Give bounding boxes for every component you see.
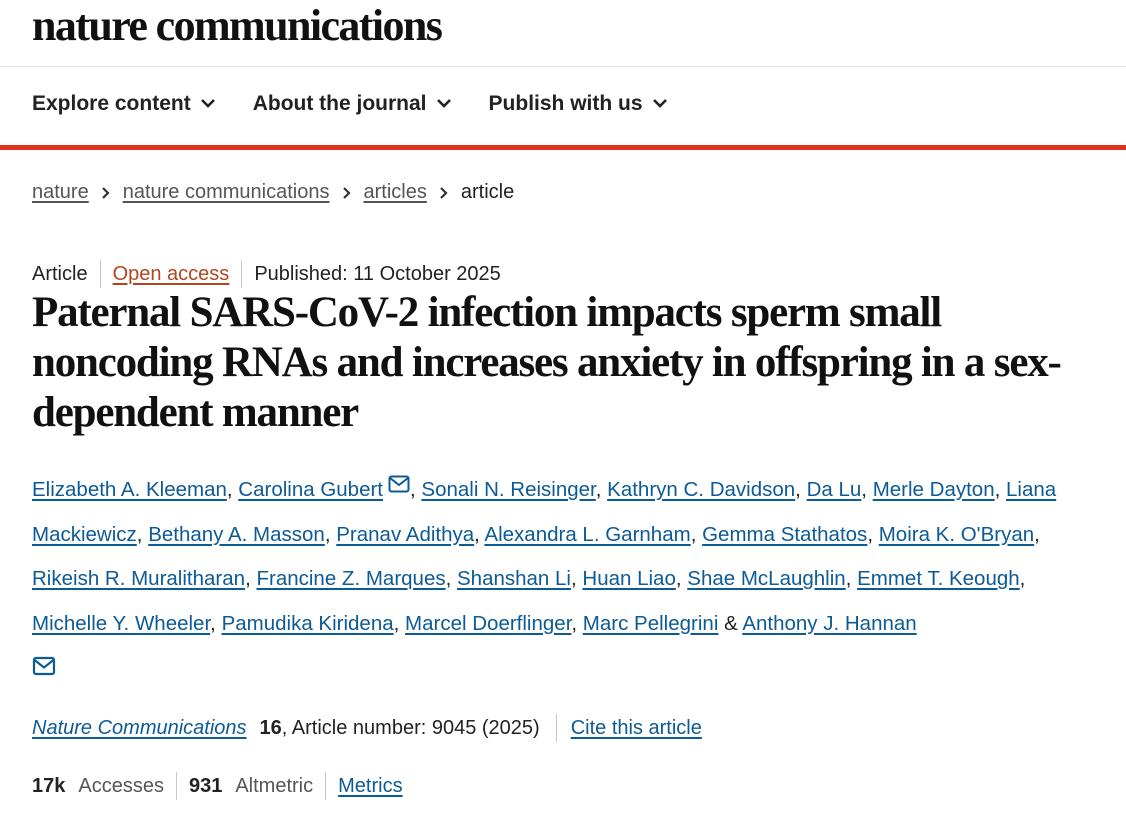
breadcrumb-nature[interactable]: nature <box>32 181 89 204</box>
author-link[interactable]: Michelle Y. Wheeler <box>32 612 210 635</box>
chevron-down-icon <box>652 99 667 108</box>
nav-explore-content-label: Explore content <box>32 92 191 115</box>
author-link[interactable]: Alexandra L. Garnham <box>484 523 690 546</box>
chevron-down-icon <box>200 99 215 108</box>
altmetric-score: 931 <box>188 774 223 797</box>
author-link[interactable]: Emmet T. Keough <box>857 567 1020 590</box>
accesses-count: 17k <box>32 774 66 797</box>
author-link[interactable]: Moira K. O'Bryan <box>879 523 1034 546</box>
chevron-right-icon <box>101 186 110 199</box>
divider <box>241 260 243 288</box>
accesses-label: Accesses <box>78 774 164 797</box>
author-link[interactable]: Marc Pellegrini <box>583 612 719 635</box>
breadcrumb-current: article <box>460 181 515 203</box>
author-link[interactable]: Gemma Stathatos <box>702 523 867 546</box>
article-meta: Article Open access Published: 11 Octobe… <box>32 260 501 288</box>
citation-line: Nature Communications 16 , Article numbe… <box>32 714 702 742</box>
nav-publish-with-us[interactable]: Publish with us <box>489 92 668 116</box>
author-link[interactable]: Merle Dayton <box>873 478 995 501</box>
open-access-link[interactable]: Open access <box>113 263 230 286</box>
journal-logo[interactable]: nature communications <box>32 0 443 52</box>
author-link[interactable]: Carolina Gubert <box>238 478 383 501</box>
breadcrumb-nature-communications[interactable]: nature communications <box>123 181 330 204</box>
main-nav: Explore content About the journal Publis… <box>32 92 705 116</box>
article-metrics: 17k Accesses 931 Altmetric Metrics <box>32 772 403 800</box>
author-link[interactable]: Da Lu <box>807 478 862 501</box>
journal-link[interactable]: Nature Communications <box>32 717 247 740</box>
author-link[interactable]: Pamudika Kiridena <box>222 612 394 635</box>
author-link[interactable]: Shae McLaughlin <box>687 567 845 590</box>
metrics-link[interactable]: Metrics <box>338 775 402 798</box>
published-date: Published: 11 October 2025 <box>254 262 501 285</box>
nav-about-journal-label: About the journal <box>252 92 427 115</box>
chevron-right-icon <box>440 186 448 199</box>
breadcrumb-articles[interactable]: articles <box>364 181 427 204</box>
author-link[interactable]: Sonali N. Reisinger <box>421 478 595 501</box>
author-link[interactable]: Kathryn C. Davidson <box>607 478 795 501</box>
altmetric-label: Altmetric <box>235 774 314 797</box>
nav-about-journal[interactable]: About the journal <box>253 92 452 116</box>
divider <box>175 772 177 800</box>
envelope-icon[interactable] <box>388 475 410 493</box>
article-number: , Article number: 9045 (2025) <box>281 716 540 739</box>
nav-explore-content[interactable]: Explore content <box>32 92 216 116</box>
chevron-right-icon <box>342 186 351 199</box>
volume: 16 <box>259 716 282 739</box>
author-link[interactable]: Elizabeth A. Kleeman <box>32 478 227 501</box>
divider <box>325 772 327 800</box>
author-link[interactable]: Marcel Doerflinger <box>405 612 571 635</box>
accent-bar <box>0 145 1126 150</box>
author-link[interactable]: Bethany A. Masson <box>148 523 325 546</box>
author-link[interactable]: Shanshan Li <box>457 567 571 590</box>
chevron-down-icon <box>436 99 451 108</box>
cite-article-link[interactable]: Cite this article <box>571 717 702 740</box>
author-link[interactable]: Anthony J. Hannan <box>742 612 916 635</box>
breadcrumb: nature nature communications articles ar… <box>32 181 514 204</box>
article-title: Paternal SARS-CoV-2 infection impacts sp… <box>32 289 1062 436</box>
header-divider <box>0 66 1126 67</box>
nav-publish-with-us-label: Publish with us <box>488 92 643 115</box>
author-list: Elizabeth A. Kleeman, Carolina Gubert, S… <box>32 468 1102 691</box>
author-link[interactable]: Huan Liao <box>582 567 675 590</box>
envelope-icon[interactable] <box>32 656 56 676</box>
article-type: Article <box>32 262 88 285</box>
author-link[interactable]: Rikeish R. Muralitharan <box>32 567 245 590</box>
author-link[interactable]: Francine Z. Marques <box>256 567 445 590</box>
divider <box>99 260 101 288</box>
author-link[interactable]: Pranav Adithya <box>336 523 474 546</box>
divider <box>555 714 557 742</box>
